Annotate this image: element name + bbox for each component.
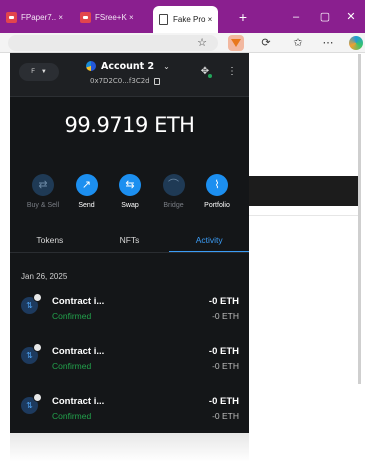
- popup-shadow: [10, 433, 249, 462]
- tabs-divider: [10, 252, 249, 253]
- screenshot-frame: FPaper7.. × FSree+K × Fake Pro × + – ▢ ✕…: [0, 0, 365, 462]
- transaction-amount: -0 ETH: [208, 346, 239, 357]
- account-address-text: 0x7D2C0...f3C2d: [90, 77, 150, 85]
- chevron-down-icon: ⌄: [163, 61, 170, 71]
- transaction-row[interactable]: ⇅ Contract i... Confirmed -0 ETH -0 ETH: [10, 292, 249, 332]
- transaction-title: Contract i...: [52, 346, 105, 357]
- extensions-icon[interactable]: ⟳: [258, 35, 274, 51]
- send-icon: ↗: [75, 174, 98, 196]
- bridge-label: Bridge: [163, 202, 184, 209]
- tab-tokens[interactable]: Tokens: [10, 231, 90, 253]
- chevron-down-icon: ▼: [40, 69, 47, 75]
- swap-button[interactable]: ⇆ Swap: [111, 174, 149, 214]
- transaction-title: Contract i...: [52, 296, 105, 307]
- swap-label: Swap: [121, 202, 139, 209]
- send-button[interactable]: ↗ Send: [68, 174, 106, 214]
- transaction-amount: -0 ETH: [208, 396, 239, 407]
- account-name: Account 2: [101, 60, 155, 72]
- send-label: Send: [78, 202, 95, 209]
- browser-toolbar: ☆ ⟳ ✩ ⋯: [0, 33, 365, 53]
- activity-date: Jan 26, 2025: [21, 272, 68, 281]
- network-badge-icon: [33, 343, 42, 352]
- tab-nfts[interactable]: NFTs: [90, 231, 170, 253]
- page-divider: [248, 215, 360, 216]
- wallet-tabs: Tokens NFTs Activity: [10, 231, 250, 253]
- close-window-button[interactable]: ✕: [340, 6, 362, 28]
- document-icon: [159, 14, 168, 25]
- balance-amount: 99.9719 ETH: [64, 113, 195, 137]
- transaction-amount: -0 ETH: [208, 296, 239, 307]
- network-badge-icon: [33, 293, 42, 302]
- transaction-status: Confirmed: [52, 361, 92, 371]
- transaction-title: Contract i...: [52, 396, 105, 407]
- favorite-star-icon[interactable]: ☆: [194, 35, 210, 51]
- page-scrollbar[interactable]: [358, 54, 361, 384]
- portfolio-label: Portfolio: [204, 202, 230, 209]
- network-badge-icon: [33, 393, 42, 402]
- more-options-icon[interactable]: ⋯: [320, 35, 336, 51]
- buy-sell-icon: ⇄: [32, 174, 54, 196]
- browser-tab-strip: FPaper7.. × FSree+K × Fake Pro × + – ▢ ✕: [0, 0, 365, 33]
- pdf-favicon-icon: [6, 11, 17, 23]
- browser-tab-1[interactable]: FPaper7.. ×: [6, 6, 63, 28]
- swap-icon: ⇆: [119, 174, 141, 196]
- transaction-secondary-amount: -0 ETH: [212, 311, 239, 321]
- transaction-row[interactable]: ⇅ Contract i... Confirmed -0 ETH -0 ETH: [10, 392, 249, 432]
- browser-tab-2-label: FSree+K ×: [95, 12, 134, 22]
- copy-icon[interactable]: [153, 77, 160, 85]
- copilot-icon[interactable]: [349, 36, 363, 50]
- tab-activity[interactable]: Activity: [169, 231, 250, 253]
- network-selector[interactable]: F ▼: [19, 63, 59, 81]
- browser-tab-3-active[interactable]: Fake Pro ×: [153, 6, 219, 33]
- account-menu-icon[interactable]: ⋮: [227, 65, 237, 79]
- portfolio-button[interactable]: ⌇ Portfolio: [198, 174, 236, 214]
- browser-tab-1-label: FPaper7.. ×: [21, 12, 64, 22]
- bridge-icon: ⌒: [162, 174, 185, 196]
- wallet-popup: F ▼ Account 2 ⌄ 0x7D2C0...f3C2d ✥ ⋮ 99.9…: [10, 53, 250, 433]
- account-avatar: [86, 61, 96, 71]
- transaction-status: Confirmed: [52, 411, 92, 421]
- favorites-icon[interactable]: ✩: [290, 35, 306, 51]
- account-selector[interactable]: Account 2 ⌄: [86, 58, 176, 74]
- page-dark-band: [248, 176, 360, 206]
- transaction-secondary-amount: -0 ETH: [212, 411, 239, 421]
- buy-sell-button[interactable]: ⇄ Buy & Sell: [24, 174, 62, 214]
- maximize-button[interactable]: ▢: [314, 6, 336, 28]
- buy-sell-label: Buy & Sell: [26, 202, 60, 209]
- transaction-status: Confirmed: [52, 311, 92, 321]
- bridge-button[interactable]: ⌒ Bridge: [155, 174, 193, 214]
- connection-status-dot: [208, 74, 212, 78]
- address-bar[interactable]: [8, 35, 218, 51]
- new-tab-button[interactable]: +: [234, 6, 252, 28]
- browser-tab-2[interactable]: FSree+K ×: [80, 6, 134, 28]
- pdf-favicon-icon: [80, 11, 91, 23]
- browser-tab-3-label: Fake Pro ×: [173, 15, 213, 24]
- network-label: F: [31, 69, 35, 75]
- account-address[interactable]: 0x7D2C0...f3C2d: [90, 77, 160, 85]
- metamask-extension-icon[interactable]: [228, 35, 244, 51]
- transaction-row[interactable]: ⇅ Contract i... Confirmed -0 ETH -0 ETH: [10, 342, 249, 382]
- minimize-button[interactable]: –: [285, 6, 307, 28]
- portfolio-icon: ⌇: [206, 174, 228, 196]
- wallet-header: F ▼ Account 2 ⌄ 0x7D2C0...f3C2d ✥ ⋮: [10, 53, 249, 97]
- wallet-actions: ⇄ Buy & Sell ↗ Send ⇆ Swap ⌒ Bridge ⌇ Po…: [24, 174, 236, 214]
- transaction-secondary-amount: -0 ETH: [212, 361, 239, 371]
